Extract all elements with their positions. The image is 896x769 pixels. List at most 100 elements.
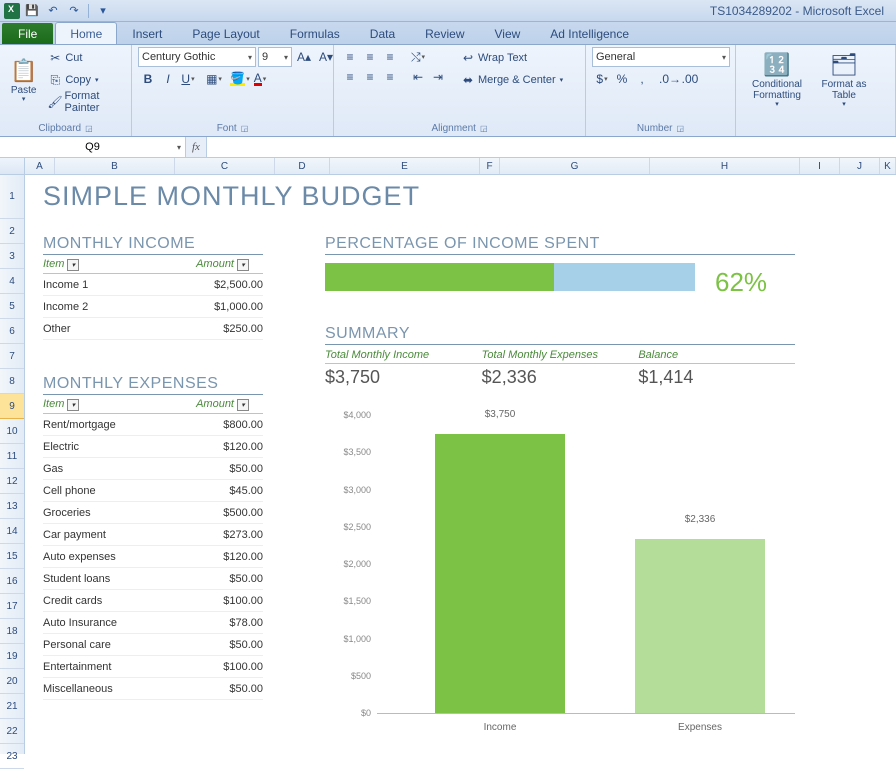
undo-button[interactable]: ↶	[44, 2, 62, 20]
table-row[interactable]: Gas$50.00	[43, 458, 263, 480]
row-header-15[interactable]: 15	[0, 544, 24, 569]
tab-page-layout[interactable]: Page Layout	[177, 22, 274, 44]
row-header-19[interactable]: 19	[0, 644, 24, 669]
row-header-17[interactable]: 17	[0, 594, 24, 619]
column-header-J[interactable]: J	[840, 158, 880, 174]
conditional-formatting-button[interactable]: 🔢 Conditional Formatting▾	[742, 47, 812, 113]
row-header-14[interactable]: 14	[0, 519, 24, 544]
table-row[interactable]: Groceries$500.00	[43, 502, 263, 524]
table-row[interactable]: Miscellaneous$50.00	[43, 678, 263, 700]
italic-button[interactable]: I	[158, 69, 178, 89]
fx-button[interactable]: fx	[192, 141, 200, 153]
tab-formulas[interactable]: Formulas	[275, 22, 355, 44]
align-right-button[interactable]: ≡	[380, 67, 400, 87]
tab-view[interactable]: View	[480, 22, 536, 44]
row-header-4[interactable]: 4	[0, 269, 24, 294]
row-header-23[interactable]: 23	[0, 744, 24, 769]
font-size-select[interactable]: 9▾	[258, 47, 292, 67]
font-launcher[interactable]: ◲	[241, 124, 249, 133]
align-left-button[interactable]: ≡	[340, 67, 360, 87]
accounting-format-button[interactable]: $	[592, 69, 612, 89]
align-middle-button[interactable]: ≡	[360, 47, 380, 67]
row-header-18[interactable]: 18	[0, 619, 24, 644]
row-header-3[interactable]: 3	[0, 244, 24, 269]
row-header-5[interactable]: 5	[0, 294, 24, 319]
orientation-button[interactable]: ⤭	[408, 47, 428, 67]
filter-button[interactable]: ▾	[67, 399, 79, 411]
font-name-select[interactable]: Century Gothic▾	[138, 47, 256, 67]
align-bottom-button[interactable]: ≡	[380, 47, 400, 67]
tab-insert[interactable]: Insert	[117, 22, 177, 44]
table-row[interactable]: Electric$120.00	[43, 436, 263, 458]
bold-button[interactable]: B	[138, 69, 158, 89]
table-row[interactable]: Auto expenses$120.00	[43, 546, 263, 568]
table-row[interactable]: Cell phone$45.00	[43, 480, 263, 502]
number-format-select[interactable]: General▾	[592, 47, 730, 67]
row-header-11[interactable]: 11	[0, 444, 24, 469]
percent-format-button[interactable]: %	[612, 69, 632, 89]
table-row[interactable]: Car payment$273.00	[43, 524, 263, 546]
row-header-10[interactable]: 10	[0, 419, 24, 444]
redo-button[interactable]: ↷	[65, 2, 83, 20]
decrease-decimal-button[interactable]: .00	[680, 69, 700, 89]
row-header-1[interactable]: 1	[0, 175, 24, 219]
table-row[interactable]: Income 2$1,000.00	[43, 296, 263, 318]
column-header-I[interactable]: I	[800, 158, 840, 174]
row-header-9[interactable]: 9	[0, 394, 24, 419]
column-header-E[interactable]: E	[330, 158, 480, 174]
name-box[interactable]: Q9 ▾	[0, 137, 186, 157]
filter-button[interactable]: ▾	[237, 259, 249, 271]
column-header-C[interactable]: C	[175, 158, 275, 174]
copy-button[interactable]: ⎘Copy▾	[45, 69, 125, 91]
column-header-G[interactable]: G	[500, 158, 650, 174]
cut-button[interactable]: ✂Cut	[45, 47, 125, 69]
fill-color-button[interactable]: 🪣	[230, 69, 250, 89]
column-header-H[interactable]: H	[650, 158, 800, 174]
row-header-13[interactable]: 13	[0, 494, 24, 519]
column-header-K[interactable]: K	[880, 158, 896, 174]
shrink-font-button[interactable]: A▾	[316, 47, 336, 67]
indent-increase-button[interactable]: ⇥	[428, 67, 448, 87]
column-header-A[interactable]: A	[25, 158, 55, 174]
align-top-button[interactable]: ≡	[340, 47, 360, 67]
select-all-corner[interactable]	[0, 158, 25, 174]
row-header-8[interactable]: 8	[0, 369, 24, 394]
table-row[interactable]: Rent/mortgage$800.00	[43, 414, 263, 436]
wrap-text-button[interactable]: ↩Wrap Text	[458, 47, 565, 69]
row-header-6[interactable]: 6	[0, 319, 24, 344]
file-tab[interactable]: File	[2, 23, 53, 44]
tab-review[interactable]: Review	[410, 22, 479, 44]
column-header-D[interactable]: D	[275, 158, 330, 174]
filter-button[interactable]: ▾	[237, 399, 249, 411]
table-row[interactable]: Entertainment$100.00	[43, 656, 263, 678]
column-header-B[interactable]: B	[55, 158, 175, 174]
row-header-21[interactable]: 21	[0, 694, 24, 719]
row-header-7[interactable]: 7	[0, 344, 24, 369]
number-launcher[interactable]: ◲	[677, 124, 685, 133]
table-row[interactable]: Auto Insurance$78.00	[43, 612, 263, 634]
indent-decrease-button[interactable]: ⇤	[408, 67, 428, 87]
increase-decimal-button[interactable]: .0→	[660, 69, 680, 89]
table-row[interactable]: Personal care$50.00	[43, 634, 263, 656]
filter-button[interactable]: ▾	[67, 259, 79, 271]
grow-font-button[interactable]: A▴	[294, 47, 314, 67]
tab-home[interactable]: Home	[55, 22, 117, 44]
clipboard-launcher[interactable]: ◲	[85, 124, 93, 133]
comma-format-button[interactable]: ,	[632, 69, 652, 89]
save-button[interactable]: 💾	[23, 2, 41, 20]
table-row[interactable]: Other$250.00	[43, 318, 263, 340]
tab-ad-intelligence[interactable]: Ad Intelligence	[535, 22, 644, 44]
worksheet[interactable]: SIMPLE MONTHLY BUDGET MONTHLY INCOME Ite…	[25, 175, 896, 754]
align-center-button[interactable]: ≡	[360, 67, 380, 87]
table-row[interactable]: Credit cards$100.00	[43, 590, 263, 612]
row-header-16[interactable]: 16	[0, 569, 24, 594]
qat-customize-button[interactable]: ▾	[94, 2, 112, 20]
merge-center-button[interactable]: ⬌Merge & Center▾	[458, 69, 565, 91]
row-header-22[interactable]: 22	[0, 719, 24, 744]
font-color-button[interactable]: A	[250, 69, 270, 89]
paste-button[interactable]: 📋 Paste ▾	[6, 47, 41, 113]
row-header-12[interactable]: 12	[0, 469, 24, 494]
border-button[interactable]: ▦	[204, 69, 224, 89]
table-row[interactable]: Income 1$2,500.00	[43, 274, 263, 296]
table-row[interactable]: Student loans$50.00	[43, 568, 263, 590]
